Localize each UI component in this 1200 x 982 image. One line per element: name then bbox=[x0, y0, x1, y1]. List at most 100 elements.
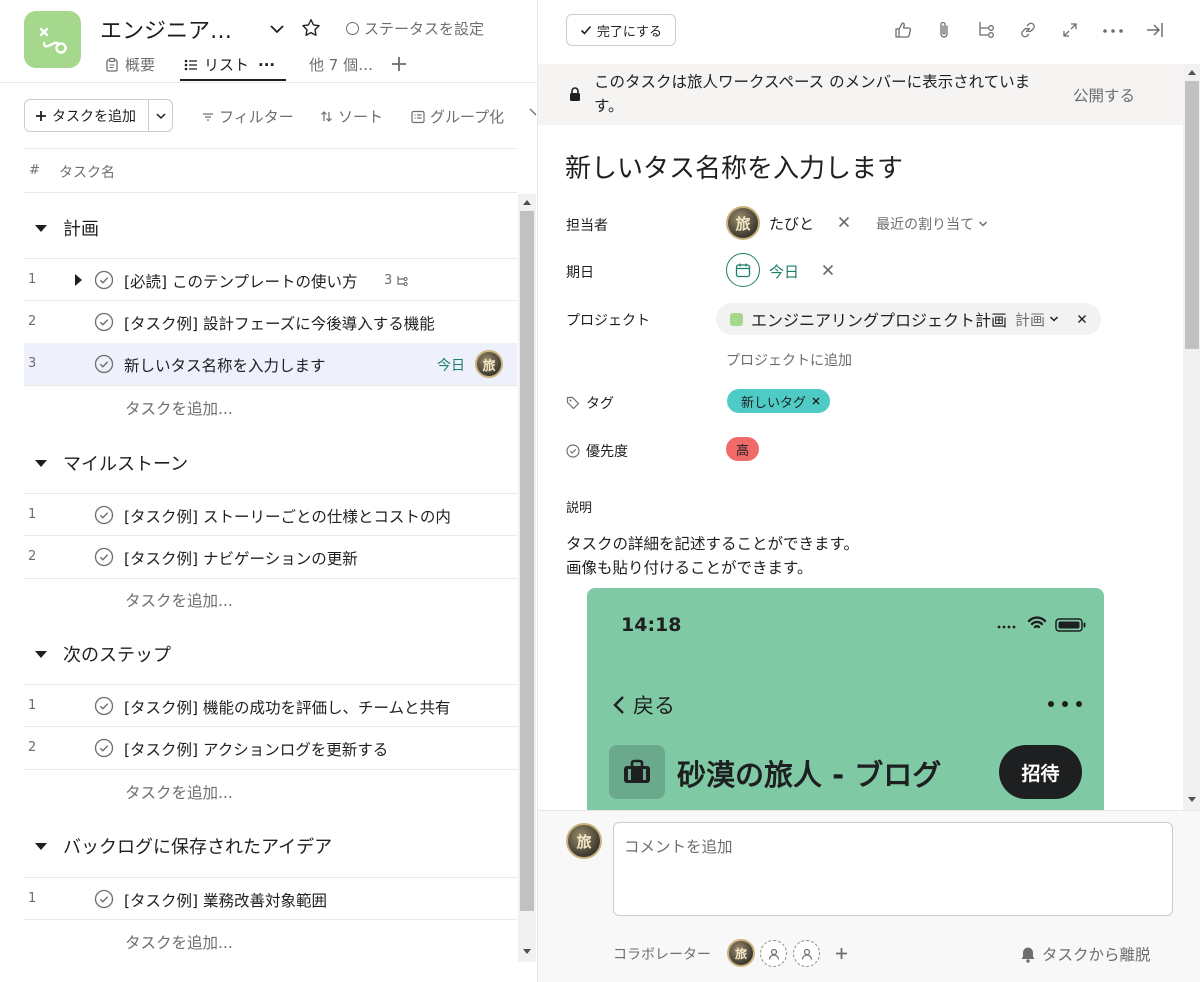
add-task-main[interactable]: タスクを追加 bbox=[25, 100, 149, 131]
leave-task-button[interactable]: タスクから離脱 bbox=[1020, 943, 1151, 965]
add-task-inline[interactable]: タスクを追加... bbox=[125, 931, 233, 953]
recent-assign-dropdown[interactable]: 最近の割り当て bbox=[876, 214, 988, 234]
project-name[interactable]: エンジニアリングプロジェクト計画 bbox=[751, 307, 1007, 331]
task-row[interactable]: 1 [タスク例] 機能の成功を評価し、チームと共有 bbox=[24, 684, 517, 727]
link-icon[interactable] bbox=[1018, 20, 1038, 40]
task-name[interactable]: [タスク例] ナビゲーションの更新 bbox=[124, 547, 469, 569]
task-row[interactable]: 1 [タスク例] 業務改善対象範囲 bbox=[24, 877, 517, 920]
task-row[interactable]: 2 [タスク例] 設計フェーズに今後導入する機能 bbox=[24, 301, 517, 344]
section-header[interactable]: バックログに保存されたアイデア bbox=[24, 826, 332, 866]
collapse-triangle-icon[interactable] bbox=[35, 842, 47, 850]
add-collaborator-icon[interactable] bbox=[835, 947, 848, 960]
tab-more[interactable]: 他 7 個… bbox=[309, 54, 373, 75]
task-name[interactable]: [タスク例] 設計フェーズに今後導入する機能 bbox=[124, 312, 469, 334]
task-name[interactable]: [タスク例] ストーリーごとの仕様とコストの内 bbox=[124, 505, 466, 527]
task-row[interactable]: 2 [タスク例] ナビゲーションの更新 bbox=[24, 536, 517, 579]
scroll-up-icon[interactable] bbox=[523, 200, 531, 205]
task-name[interactable]: [タスク例] アクションログを更新する bbox=[124, 738, 469, 760]
task-row[interactable]: 1 [タスク例] ストーリーごとの仕様とコストの内 bbox=[24, 493, 517, 536]
tab-options-icon[interactable]: ··· bbox=[258, 56, 275, 74]
expand-icon[interactable] bbox=[1060, 20, 1080, 40]
section-dropdown[interactable]: 計画 bbox=[1015, 309, 1059, 330]
scroll-down-icon[interactable] bbox=[1188, 797, 1196, 802]
person-icon[interactable] bbox=[793, 940, 820, 967]
scrollbar-thumb[interactable] bbox=[1185, 81, 1199, 349]
remove-tag-icon[interactable] bbox=[812, 397, 820, 405]
publish-button[interactable]: 公開する bbox=[1073, 84, 1135, 106]
subtask-icon[interactable] bbox=[976, 20, 996, 40]
close-pane-icon[interactable] bbox=[1145, 20, 1165, 40]
project-icon[interactable] bbox=[24, 11, 81, 68]
collapse-triangle-icon[interactable] bbox=[35, 650, 47, 658]
section-header[interactable]: 次のステップ bbox=[24, 634, 171, 674]
like-icon[interactable] bbox=[893, 20, 913, 40]
remove-due-icon[interactable] bbox=[822, 264, 834, 276]
add-task-inline[interactable]: タスクを追加... bbox=[125, 589, 233, 611]
sort-button[interactable]: ソート bbox=[320, 106, 383, 127]
add-task-button[interactable]: タスクを追加 bbox=[24, 99, 173, 132]
collaborator-avatar[interactable]: 旅 bbox=[727, 939, 755, 967]
task-name[interactable]: 新しいタス名称を入力します bbox=[124, 354, 424, 376]
collapse-triangle-icon[interactable] bbox=[35, 459, 47, 467]
current-user-avatar[interactable]: 旅 bbox=[566, 823, 602, 859]
check-circle-icon[interactable] bbox=[94, 270, 114, 290]
add-tab-icon[interactable] bbox=[390, 55, 408, 73]
calendar-icon[interactable] bbox=[726, 253, 760, 287]
add-task-inline[interactable]: タスクを追加... bbox=[125, 781, 233, 803]
tag-chip[interactable]: 新しいタグ bbox=[727, 389, 831, 413]
task-name[interactable]: [タスク例] 機能の成功を評価し、チームと共有 bbox=[124, 696, 469, 718]
expand-subtasks-icon[interactable] bbox=[75, 274, 82, 286]
attachment-icon[interactable] bbox=[935, 20, 953, 40]
set-status-button[interactable]: ステータスを設定 bbox=[346, 18, 484, 39]
task-due-date[interactable]: 今日 bbox=[437, 355, 465, 375]
project-chip[interactable]: エンジニアリングプロジェクト計画 計画 bbox=[716, 303, 1102, 335]
collapse-triangle-icon[interactable] bbox=[35, 224, 47, 232]
task-row[interactable]: 2 [タスク例] アクションログを更新する bbox=[24, 727, 517, 770]
detail-scrollbar[interactable] bbox=[1183, 64, 1200, 810]
subtask-count[interactable]: 3 bbox=[384, 273, 409, 288]
chevron-down-icon[interactable] bbox=[268, 20, 286, 38]
more-options-icon[interactable] bbox=[528, 106, 537, 122]
list-scrollbar[interactable] bbox=[518, 194, 536, 962]
more-icon[interactable] bbox=[1102, 28, 1124, 34]
check-circle-icon[interactable] bbox=[94, 354, 114, 374]
due-date-value[interactable]: 今日 bbox=[769, 261, 799, 282]
filter-button[interactable]: フィルター bbox=[202, 106, 294, 127]
check-circle-icon[interactable] bbox=[94, 738, 114, 758]
check-circle-icon[interactable] bbox=[94, 312, 114, 332]
tab-list[interactable]: リスト ··· bbox=[183, 54, 275, 75]
add-to-project-link[interactable]: プロジェクトに追加 bbox=[726, 350, 852, 370]
scroll-up-icon[interactable] bbox=[1188, 70, 1196, 75]
person-icon[interactable] bbox=[760, 940, 787, 967]
column-task-name[interactable]: タスク名 bbox=[59, 162, 115, 182]
remove-project-icon[interactable] bbox=[1077, 314, 1087, 324]
embedded-screenshot[interactable]: 14:18 戻る 砂漠の旅人 - ブログ 招待 bbox=[587, 588, 1104, 828]
section-header[interactable]: マイルストーン bbox=[24, 443, 188, 483]
assignee-avatar[interactable]: 旅 bbox=[726, 206, 760, 240]
assignee-name[interactable]: たびと bbox=[769, 213, 814, 234]
group-button[interactable]: グループ化 bbox=[411, 106, 504, 127]
tab-overview[interactable]: 概要 bbox=[104, 54, 155, 75]
task-name[interactable]: [タスク例] 業務改善対象範囲 bbox=[124, 889, 469, 911]
task-row[interactable]: 1 [必読] このテンプレートの使い方 3 bbox=[24, 258, 517, 301]
description-text[interactable]: タスクの詳細を記述することができます。 画像も貼り付けることができます。 bbox=[566, 532, 859, 580]
project-title[interactable]: エンジニア… bbox=[100, 13, 232, 45]
comment-input[interactable]: コメントを追加 bbox=[613, 822, 1173, 916]
assignee-avatar[interactable]: 旅 bbox=[475, 350, 503, 378]
check-circle-icon[interactable] bbox=[94, 505, 114, 525]
add-task-inline[interactable]: タスクを追加... bbox=[125, 397, 233, 419]
check-circle-icon[interactable] bbox=[94, 889, 114, 909]
add-task-dropdown[interactable] bbox=[149, 100, 172, 131]
priority-chip[interactable]: 高 bbox=[726, 437, 759, 461]
star-icon[interactable] bbox=[300, 17, 322, 39]
scrollbar-thumb[interactable] bbox=[520, 211, 534, 911]
mark-complete-button[interactable]: 完了にする bbox=[566, 14, 676, 46]
check-circle-icon[interactable] bbox=[94, 696, 114, 716]
scroll-down-icon[interactable] bbox=[523, 949, 531, 954]
task-row-selected[interactable]: 3 新しいタス名称を入力します 今日 旅 bbox=[24, 343, 517, 386]
task-name[interactable]: [必読] このテンプレートの使い方 bbox=[124, 270, 384, 292]
section-header[interactable]: 計画 bbox=[24, 208, 99, 248]
task-title[interactable]: 新しいタス名称を入力します bbox=[565, 148, 903, 185]
check-circle-icon[interactable] bbox=[94, 547, 114, 567]
remove-assignee-icon[interactable] bbox=[838, 216, 850, 228]
